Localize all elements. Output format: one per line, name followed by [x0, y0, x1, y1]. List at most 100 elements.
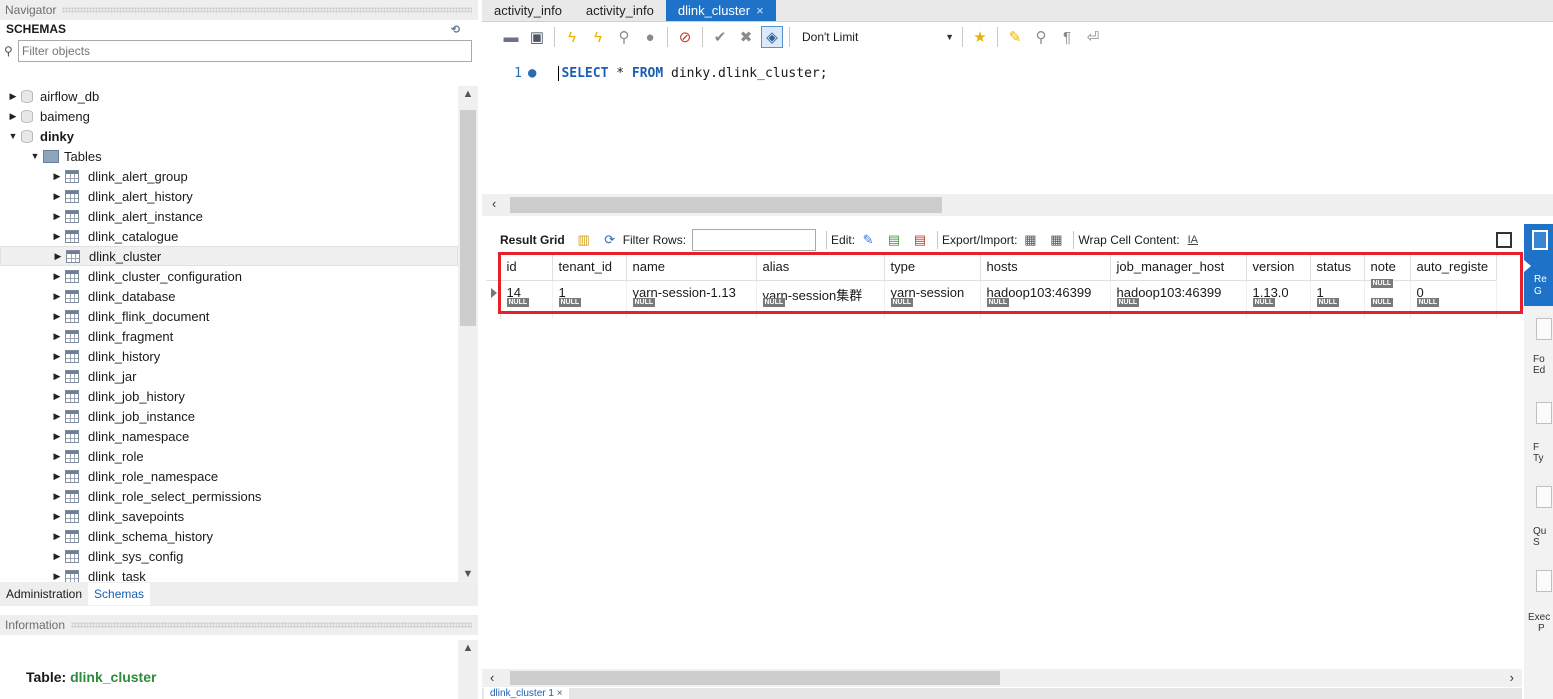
chevron-right-icon[interactable]: ▶ — [52, 431, 62, 442]
tree-item-table[interactable]: ▶ dlink_cluster_configuration — [0, 266, 458, 286]
tab-schemas[interactable]: Schemas — [88, 583, 151, 605]
chevron-right-icon[interactable]: ▶ — [52, 571, 62, 582]
toggle-panel-icon[interactable] — [1496, 232, 1512, 248]
wrap-cell-icon[interactable]: IA — [1188, 234, 1198, 246]
tree-item-table[interactable]: ▶ dlink_job_history — [0, 386, 458, 406]
chevron-right-icon[interactable]: ▶ — [52, 391, 62, 402]
column-header-type[interactable]: type — [884, 254, 981, 281]
tree-item-table[interactable]: ▶ dlink_alert_history — [0, 186, 458, 206]
tree-item-table[interactable]: ▶ dlink_task — [0, 566, 458, 582]
sql-hscrollbar[interactable]: ‹ — [482, 194, 1553, 216]
invisible-chars-icon[interactable]: ¶ — [1056, 26, 1078, 48]
tree-item-table[interactable]: ▶ dlink_flink_document — [0, 306, 458, 326]
snippet-star-icon[interactable]: ★ — [969, 26, 991, 48]
column-header-job-manager-host[interactable]: job_manager_host — [1110, 254, 1247, 281]
chevron-right-icon[interactable]: ▶ — [52, 531, 62, 542]
chevron-down-icon[interactable]: ▼ — [30, 151, 40, 161]
tree-item-folder[interactable]: ▼ Tables — [0, 146, 458, 166]
chevron-right-icon[interactable]: ▶ — [52, 191, 62, 202]
tree-item-table[interactable]: ▶ dlink_job_instance — [0, 406, 458, 426]
tree-item-table[interactable]: ▶ dlink_alert_group — [0, 166, 458, 186]
import-icon[interactable]: ▦ — [1047, 231, 1065, 249]
limit-select[interactable]: Don't Limit ▼ — [796, 27, 954, 47]
chevron-right-icon[interactable]: ▶ — [52, 411, 62, 422]
column-header-id[interactable]: id — [500, 254, 553, 281]
chevron-right-icon[interactable]: ▶ — [52, 271, 62, 282]
scroll-right-icon[interactable]: › — [1510, 670, 1514, 685]
chevron-right-icon[interactable]: ▶ — [52, 231, 62, 242]
execute-icon[interactable]: ϟ — [561, 26, 583, 48]
chevron-right-icon[interactable]: ▶ — [52, 211, 62, 222]
tree-item-table[interactable]: ▶ dlink_role — [0, 446, 458, 466]
tree-item-table[interactable]: ▶ dlink_role_namespace — [0, 466, 458, 486]
execute-current-icon[interactable]: ϟ — [587, 26, 609, 48]
chevron-right-icon[interactable]: ▶ — [53, 251, 63, 262]
chevron-right-icon[interactable]: ▶ — [52, 171, 62, 182]
filter-rows-input[interactable] — [692, 229, 817, 251]
tree-item-table[interactable]: ▶ dlink_alert_instance — [0, 206, 458, 226]
column-header-version[interactable]: version — [1246, 254, 1311, 281]
autocommit-icon[interactable]: ◈ — [761, 26, 783, 48]
chevron-right-icon[interactable]: ▶ — [8, 91, 18, 102]
tree-item-table[interactable]: ▶ dlink_history — [0, 346, 458, 366]
row-marker[interactable] — [486, 280, 501, 304]
toggle-error-icon[interactable]: ⊘ — [674, 26, 696, 48]
beautify-icon[interactable]: ✎ — [1004, 26, 1026, 48]
scroll-thumb[interactable] — [460, 110, 476, 326]
rollback-icon[interactable]: ✖ — [735, 26, 757, 48]
add-row-icon[interactable]: ▤ — [885, 231, 903, 249]
sql-line-1[interactable]: 1 ● SELECT * FROM dinky.dlink_cluster; — [482, 62, 1553, 84]
save-icon[interactable]: ▣ — [526, 26, 548, 48]
chevron-right-icon[interactable]: ▶ — [52, 291, 62, 302]
result-tab-dlink-cluster[interactable]: dlink_cluster 1 × — [484, 688, 569, 699]
tree-item-schema[interactable]: ▼ dinky — [0, 126, 458, 146]
commit-icon[interactable]: ✔ — [709, 26, 731, 48]
tree-item-table[interactable]: ▶ dlink_schema_history — [0, 526, 458, 546]
grid-hscrollbar[interactable]: ‹ › — [482, 669, 1522, 687]
chevron-right-icon[interactable]: ▶ — [52, 511, 62, 522]
scroll-down-icon[interactable]: ▼ — [458, 568, 478, 580]
column-header-hosts[interactable]: hosts — [980, 254, 1111, 281]
tree-scrollbar[interactable]: ▲ ▼ — [458, 86, 478, 582]
chevron-down-icon[interactable]: ▼ — [8, 131, 18, 141]
delete-row-icon[interactable]: ▤ — [911, 231, 929, 249]
tree-item-table[interactable]: ▶ dlink_database — [0, 286, 458, 306]
tree-item-schema[interactable]: ▶ airflow_db — [0, 86, 458, 106]
tab-dlink-cluster[interactable]: dlink_cluster × — [665, 0, 776, 21]
tree-item-table[interactable]: ▶ dlink_role_select_permissions — [0, 486, 458, 506]
find-icon[interactable]: ⚲ — [1030, 26, 1052, 48]
tree-item-schema[interactable]: ▶ baimeng — [0, 106, 458, 126]
chevron-right-icon[interactable]: ▶ — [52, 331, 62, 342]
stop-icon[interactable]: ● — [639, 26, 661, 48]
chevron-right-icon[interactable]: ▶ — [8, 111, 18, 122]
edit-row-icon[interactable]: ✎ — [859, 231, 877, 249]
tree-item-table[interactable]: ▶ dlink_jar — [0, 366, 458, 386]
filter-objects-input[interactable] — [18, 40, 472, 62]
refresh-icon[interactable]: ⟳ — [601, 231, 619, 249]
chevron-right-icon[interactable]: ▶ — [52, 311, 62, 322]
tab-administration[interactable]: Administration — [0, 583, 88, 605]
chevron-right-icon[interactable]: ▶ — [52, 491, 62, 502]
close-icon[interactable]: × — [756, 3, 764, 18]
tree-item-table[interactable]: ▶ dlink_savepoints — [0, 506, 458, 526]
chevron-right-icon[interactable]: ▶ — [52, 551, 62, 562]
scroll-thumb[interactable] — [510, 197, 942, 213]
scroll-left-icon[interactable]: ‹ — [492, 196, 496, 211]
explain-icon[interactable]: ⚲ — [613, 26, 635, 48]
tab-activity-info-2[interactable]: activity_info — [574, 0, 666, 21]
tree-item-table[interactable]: ▶ dlink_fragment — [0, 326, 458, 346]
column-header-tenant-id[interactable]: tenant_id — [552, 254, 627, 281]
sql-statement[interactable]: SELECT * FROM dinky.dlink_cluster; — [558, 65, 828, 81]
tree-item-table[interactable]: ▶ dlink_catalogue — [0, 226, 458, 246]
tree-item-table[interactable]: ▶ dlink_cluster — [0, 246, 458, 266]
scroll-left-icon[interactable]: ‹ — [490, 670, 494, 685]
scroll-up-icon[interactable]: ▲ — [458, 88, 478, 100]
word-wrap-icon[interactable]: ⏎ — [1082, 26, 1104, 48]
open-file-icon[interactable]: ▬ — [500, 26, 522, 48]
refresh-icon[interactable]: ⟲ — [451, 23, 460, 36]
info-scrollbar[interactable]: ▲ — [458, 640, 478, 699]
column-header-name[interactable]: name — [626, 254, 757, 281]
chevron-right-icon[interactable]: ▶ — [52, 471, 62, 482]
column-header-note[interactable]: note — [1364, 254, 1411, 281]
grid-layout-icon[interactable]: ▥ — [575, 231, 593, 249]
